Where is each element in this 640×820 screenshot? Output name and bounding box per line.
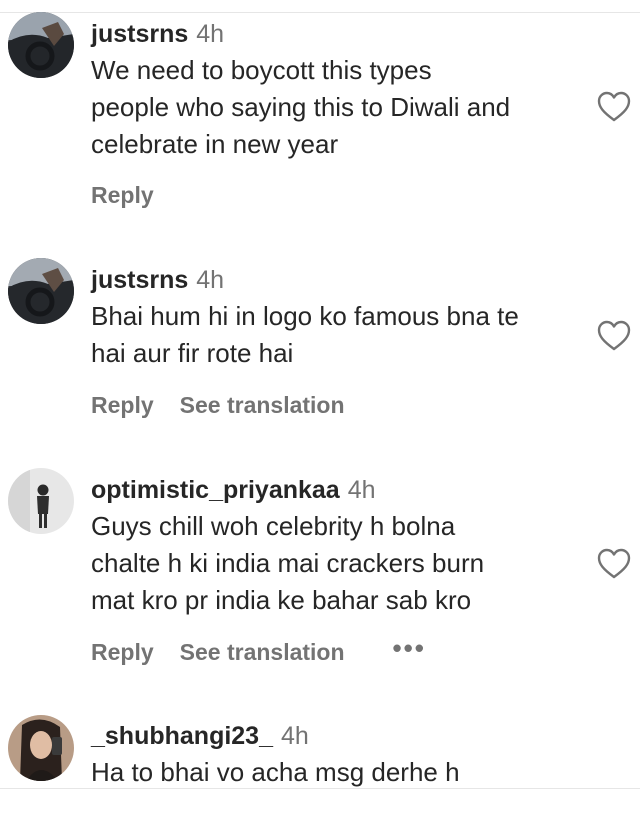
comment-time: 4h	[347, 476, 376, 504]
comment-actions: Reply	[91, 178, 154, 212]
comment-actions: Reply See translation •••	[91, 635, 426, 669]
comment-meta: optimistic_priyankaa 4h	[91, 472, 591, 508]
like-heart-icon[interactable]	[597, 91, 631, 123]
comment-text-line: Bhai hum hi in logo ko famous bna te	[91, 301, 519, 331]
like-heart-icon[interactable]	[597, 548, 631, 580]
comment-text-line: Guys chill woh celebrity h bolna	[91, 511, 456, 541]
comment-text-line: mat kro pr india ke bahar sab kro	[91, 585, 472, 615]
comment-username[interactable]: justsrns	[91, 266, 188, 294]
comment-text-line: celebrate in new year	[91, 129, 339, 159]
more-options-icon[interactable]: •••	[393, 635, 426, 661]
see-translation-button[interactable]: See translation	[180, 392, 345, 419]
comment-time: 4h	[196, 266, 225, 294]
reply-button[interactable]: Reply	[91, 182, 154, 209]
bottom-divider	[0, 788, 640, 789]
comment-actions: Reply See translation	[91, 388, 345, 422]
avatar[interactable]	[8, 715, 74, 781]
comment-time: 4h	[281, 722, 309, 750]
comment-text-line: chalte h ki india mai crackers burn	[91, 548, 485, 578]
comment-username[interactable]: _shubhangi23_	[91, 722, 273, 750]
reply-button[interactable]: Reply	[91, 639, 154, 666]
comment-text-line: people who saying this to Diwali and	[91, 92, 511, 122]
comment-text-line: Ha to bhai vo acha msg derhe h	[91, 757, 460, 787]
comment-text-line: We need to boycott this types	[91, 55, 432, 85]
avatar[interactable]	[8, 468, 74, 534]
comment-meta: _shubhangi23_ 4h	[91, 718, 591, 754]
reply-button[interactable]: Reply	[91, 392, 154, 419]
comment-meta: justsrns 4h	[91, 16, 591, 52]
comment-meta: justsrns 4h	[91, 262, 591, 298]
like-heart-icon[interactable]	[597, 320, 631, 352]
see-translation-button[interactable]: See translation	[180, 639, 345, 666]
avatar[interactable]	[8, 258, 74, 324]
avatar[interactable]	[8, 12, 74, 78]
comment-username[interactable]: justsrns	[91, 20, 188, 48]
comment-username[interactable]: optimistic_priyankaa	[91, 476, 340, 504]
comment-time: 4h	[196, 20, 225, 48]
top-divider	[0, 12, 640, 13]
comment-text-line: hai aur fir rote hai	[91, 338, 294, 368]
